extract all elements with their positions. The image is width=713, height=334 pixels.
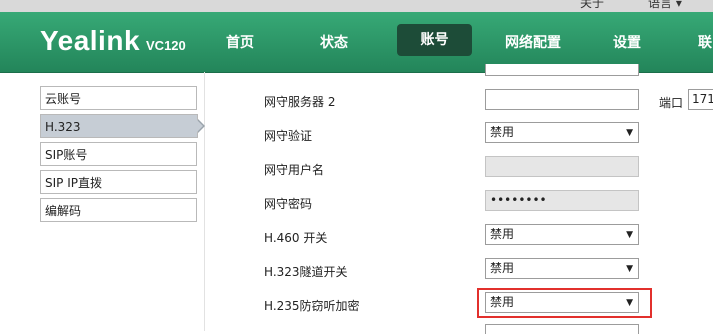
gatekeeper-username-input[interactable] <box>485 156 639 177</box>
h460-switch-select[interactable]: 禁用 ▼ <box>485 224 639 245</box>
sidebar-item-codec[interactable]: 编解码 <box>40 198 197 222</box>
brand-logo: Yealink VC120 <box>40 25 186 56</box>
sidebar-item-h323[interactable]: H.323 <box>40 114 198 138</box>
h323-tunnel-select[interactable]: 禁用 ▼ <box>485 258 639 279</box>
about-link[interactable]: 关于 <box>580 0 604 11</box>
top-strip: 关于 语言 ▾ <box>0 0 713 12</box>
nav-account[interactable]: 账号 <box>397 24 472 56</box>
content-divider <box>204 72 205 331</box>
sidebar-item-sip-account[interactable]: SIP账号 <box>40 142 197 166</box>
nav-settings[interactable]: 设置 <box>613 32 641 52</box>
dropdown-arrow-icon: ▼ <box>626 264 633 274</box>
port-label: 端口 <box>659 96 684 110</box>
field-above[interactable] <box>485 64 639 76</box>
gatekeeper-auth-select[interactable]: 禁用 ▼ <box>485 122 639 143</box>
dropdown-arrow-icon: ▼ <box>626 230 633 240</box>
gatekeeper-username-label: 网守用户名 <box>264 163 325 177</box>
nav-more[interactable]: 联 <box>698 32 712 52</box>
h460-switch-label: H.460 开关 <box>264 231 328 245</box>
dropdown-arrow-icon: ▼ <box>626 128 633 138</box>
gatekeeper-server2-input[interactable] <box>485 89 639 110</box>
gatekeeper-password-input[interactable]: •••••••• <box>485 190 639 211</box>
language-menu[interactable]: 语言 ▾ <box>648 0 682 11</box>
sidebar-active-pointer <box>197 119 205 133</box>
nav-network[interactable]: 网络配置 <box>505 32 561 52</box>
gatekeeper-server2-label: 网守服务器 2 <box>264 95 336 109</box>
gatekeeper-auth-label: 网守验证 <box>264 129 313 143</box>
sidebar-item-cloud-account[interactable]: 云账号 <box>40 86 197 110</box>
field-below[interactable] <box>485 324 639 334</box>
highlight-box <box>477 288 652 318</box>
sidebar-item-sip-ip-call[interactable]: SIP IP直拨 <box>40 170 197 194</box>
port-input[interactable]: 1719 <box>688 89 713 110</box>
nav-home[interactable]: 首页 <box>226 32 254 52</box>
h235-encryption-label: H.235防窃听加密 <box>264 299 360 313</box>
gatekeeper-password-label: 网守密码 <box>264 197 313 211</box>
h323-tunnel-label: H.323隧道开关 <box>264 265 348 279</box>
nav-status[interactable]: 状态 <box>320 32 348 52</box>
